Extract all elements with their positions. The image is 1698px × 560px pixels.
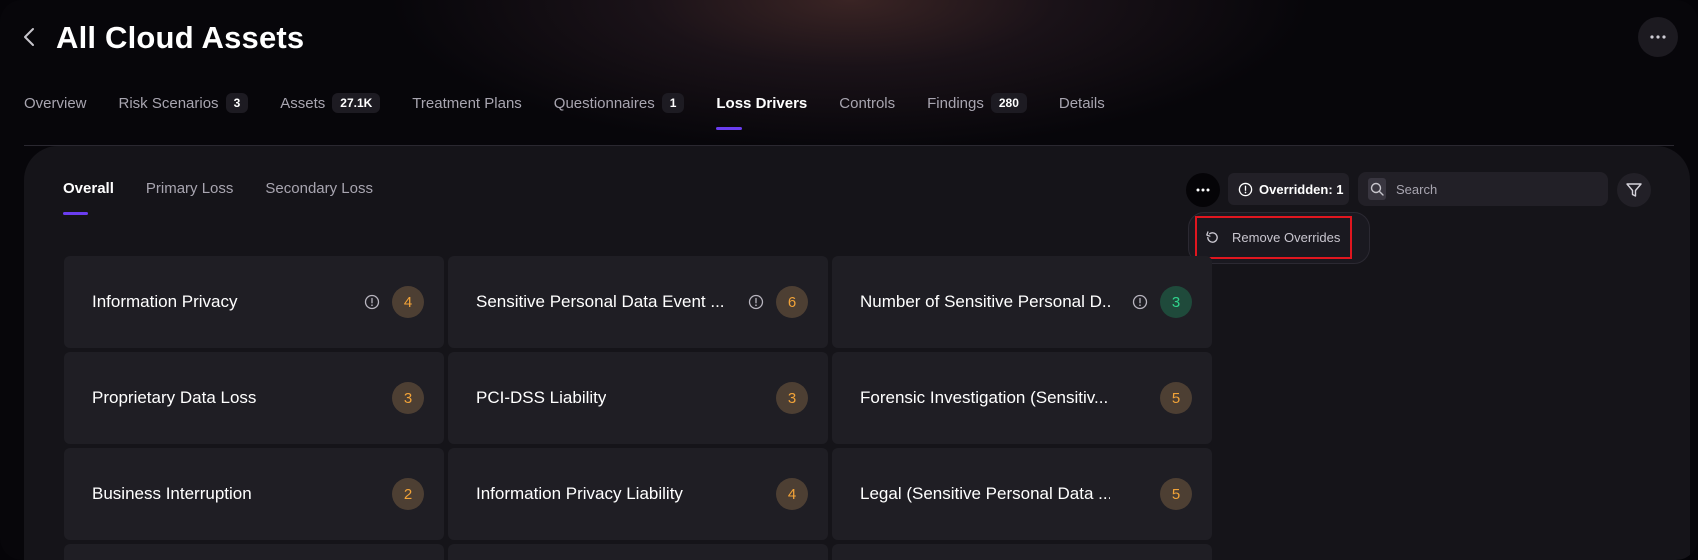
tab-loss-drivers[interactable]: Loss Drivers	[716, 90, 808, 130]
score-badge: 3	[1160, 286, 1192, 318]
tab-count-badge: 280	[990, 93, 1027, 113]
main-tabs: Overview Risk Scenarios 3 Assets 27.1K Tre…	[24, 90, 1137, 130]
search-icon	[1368, 178, 1386, 200]
app-window: All Cloud Assets Overview Risk Scenarios…	[0, 0, 1698, 560]
loss-driver-card-partial[interactable]	[448, 544, 828, 560]
loss-driver-card[interactable]: Forensic Investigation (Sensitiv... 5	[832, 352, 1212, 444]
overridden-alert-icon[interactable]	[1132, 294, 1148, 310]
more-horizontal-icon	[1196, 188, 1210, 192]
tab-label: Risk Scenarios	[118, 94, 219, 112]
actions-dropdown-menu: Remove Overrides	[1188, 212, 1370, 264]
card-label: PCI-DSS Liability	[476, 388, 607, 407]
tab-count-badge: 3	[225, 93, 249, 113]
reset-icon	[1205, 230, 1220, 245]
subtab-overall[interactable]: Overall	[63, 180, 114, 215]
loss-driver-grid: Information Privacy 4 Sensitive Personal…	[64, 256, 1212, 560]
score-badge: 3	[776, 382, 808, 414]
page-title: All Cloud Assets	[56, 20, 305, 55]
score-badge: 4	[776, 478, 808, 510]
loss-driver-card[interactable]: Information Privacy 4	[64, 256, 444, 348]
loss-subtabs: Overall Primary Loss Secondary Loss	[63, 180, 405, 215]
loss-driver-card[interactable]: Business Interruption 2	[64, 448, 444, 540]
overridden-filter-button[interactable]: Overridden: 1	[1228, 173, 1349, 205]
tab-overview[interactable]: Overview	[24, 90, 87, 116]
score-badge: 4	[392, 286, 424, 318]
subtab-secondary-loss[interactable]: Secondary Loss	[265, 180, 373, 202]
remove-overrides-label: Remove Overrides	[1232, 230, 1341, 245]
chevron-left-icon	[24, 28, 34, 46]
tab-risk-scenarios[interactable]: Risk Scenarios 3	[119, 90, 249, 116]
card-label: Information Privacy Liability	[476, 484, 683, 503]
card-label: Forensic Investigation (Sensitiv...	[860, 388, 1109, 407]
tab-count-badge: 1	[661, 93, 685, 113]
subtab-primary-loss[interactable]: Primary Loss	[146, 180, 234, 202]
remove-overrides-menu-item[interactable]: Remove Overrides	[1195, 216, 1352, 259]
card-label: Business Interruption	[92, 484, 252, 503]
alert-circle-icon	[1238, 182, 1253, 197]
score-badge: 5	[1160, 382, 1192, 414]
tab-label: Overview	[24, 94, 87, 112]
card-label: Sensitive Personal Data Event ...	[476, 292, 725, 311]
card-label: Legal (Sensitive Personal Data ...	[860, 484, 1110, 503]
loss-driver-card[interactable]: Legal (Sensitive Personal Data ... 5	[832, 448, 1212, 540]
tab-details[interactable]: Details	[1059, 90, 1105, 116]
back-button[interactable]	[16, 22, 42, 52]
tab-treatment-plans[interactable]: Treatment Plans	[412, 90, 522, 116]
overridden-alert-icon[interactable]	[364, 294, 380, 310]
tab-label: Details	[1058, 94, 1105, 112]
score-badge: 3	[392, 382, 424, 414]
score-badge: 2	[392, 478, 424, 510]
page-more-button[interactable]	[1638, 17, 1678, 57]
filter-icon	[1626, 183, 1642, 197]
loss-driver-card[interactable]: Sensitive Personal Data Event ... 6	[448, 256, 828, 348]
tab-label: Findings	[927, 94, 984, 112]
loss-driver-card[interactable]: Number of Sensitive Personal D... 3	[832, 256, 1212, 348]
tab-findings[interactable]: Findings 280	[927, 90, 1027, 116]
tab-questionnaires[interactable]: Questionnaires 1	[554, 90, 685, 116]
search-input[interactable]	[1396, 181, 1596, 197]
more-horizontal-icon	[1650, 35, 1666, 39]
loss-driver-card[interactable]: PCI-DSS Liability 3	[448, 352, 828, 444]
tab-label: Assets	[280, 94, 326, 112]
card-label: Proprietary Data Loss	[92, 388, 257, 407]
tab-count-badge: 27.1K	[332, 93, 381, 113]
overridden-label: Overridden: 1	[1259, 181, 1344, 197]
score-badge: 5	[1160, 478, 1192, 510]
loss-driver-card-partial[interactable]	[832, 544, 1212, 560]
card-label: Information Privacy	[92, 292, 238, 311]
card-label: Number of Sensitive Personal D...	[860, 292, 1110, 311]
tab-label: Controls	[839, 94, 896, 112]
tab-label: Loss Drivers	[716, 94, 808, 112]
tab-label: Questionnaires	[553, 94, 655, 112]
search-box	[1358, 172, 1608, 206]
overridden-alert-icon[interactable]	[748, 294, 764, 310]
tab-assets[interactable]: Assets 27.1K	[280, 90, 381, 116]
actions-more-button[interactable]	[1186, 173, 1220, 207]
tab-label: Treatment Plans	[412, 94, 522, 112]
loss-driver-card[interactable]: Proprietary Data Loss 3	[64, 352, 444, 444]
loss-driver-card[interactable]: Information Privacy Liability 4	[448, 448, 828, 540]
filter-button[interactable]	[1617, 173, 1651, 207]
tab-controls[interactable]: Controls	[839, 90, 895, 116]
score-badge: 6	[776, 286, 808, 318]
loss-driver-card-partial[interactable]	[64, 544, 444, 560]
